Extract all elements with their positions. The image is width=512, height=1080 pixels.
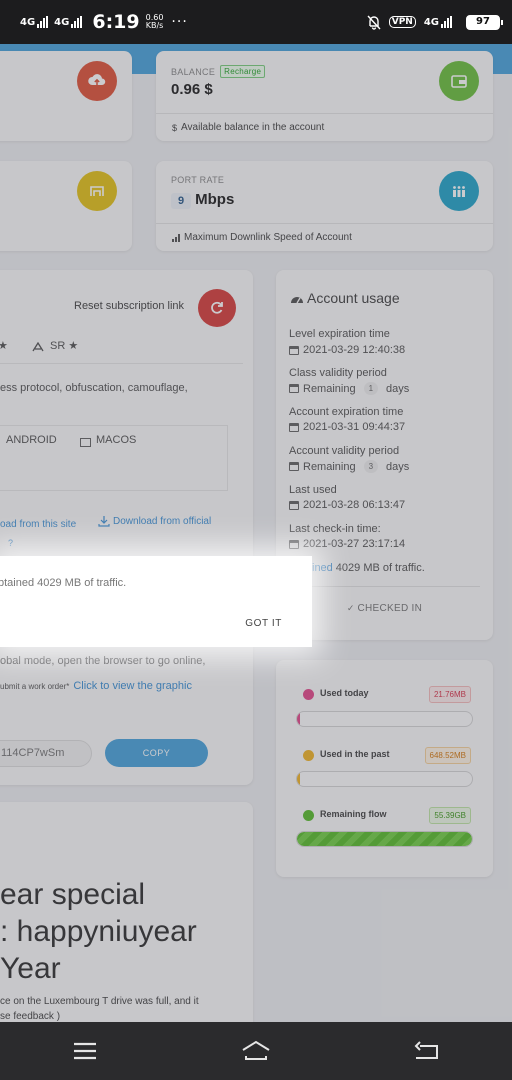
more-notifications-icon: ··· xyxy=(171,14,188,30)
home-icon xyxy=(242,1040,270,1060)
network-type-label: 4G xyxy=(54,17,70,28)
bell-muted-icon xyxy=(367,15,381,30)
back-button[interactable] xyxy=(397,1031,457,1071)
network-speed: 0.60 KB/s xyxy=(146,14,164,30)
signal-4g-1: 4G xyxy=(20,16,49,28)
signal-4g-2: 4G xyxy=(54,16,83,28)
speed-unit: KB/s xyxy=(145,21,164,30)
got-it-button[interactable]: GOT IT xyxy=(245,618,282,629)
network-type-label: 4G xyxy=(20,17,36,28)
system-nav-bar xyxy=(0,1022,512,1080)
home-button[interactable] xyxy=(226,1031,286,1071)
signal-bars-icon xyxy=(71,16,83,28)
status-bar: 4G 4G 6:19 0.60 KB/s ··· VPN 4G 97 xyxy=(0,0,512,44)
battery-icon: 97 xyxy=(466,14,503,30)
menu-icon xyxy=(74,1042,97,1060)
signal-4g-3: 4G xyxy=(424,16,452,28)
modal-backdrop[interactable] xyxy=(0,44,512,1022)
clock: 6:19 xyxy=(92,11,140,33)
signal-bars-icon xyxy=(37,16,49,28)
checkin-dialog: btained 4029 MB of traffic. GOT IT xyxy=(0,556,312,647)
signal-bars-icon xyxy=(441,16,452,28)
dialog-message: btained 4029 MB of traffic. xyxy=(0,577,127,589)
menu-button[interactable] xyxy=(55,1031,115,1071)
back-icon xyxy=(414,1041,438,1059)
network-type-label: 4G xyxy=(423,17,439,28)
vpn-badge: VPN xyxy=(388,16,416,28)
status-icons: VPN 4G 97 xyxy=(367,14,503,30)
